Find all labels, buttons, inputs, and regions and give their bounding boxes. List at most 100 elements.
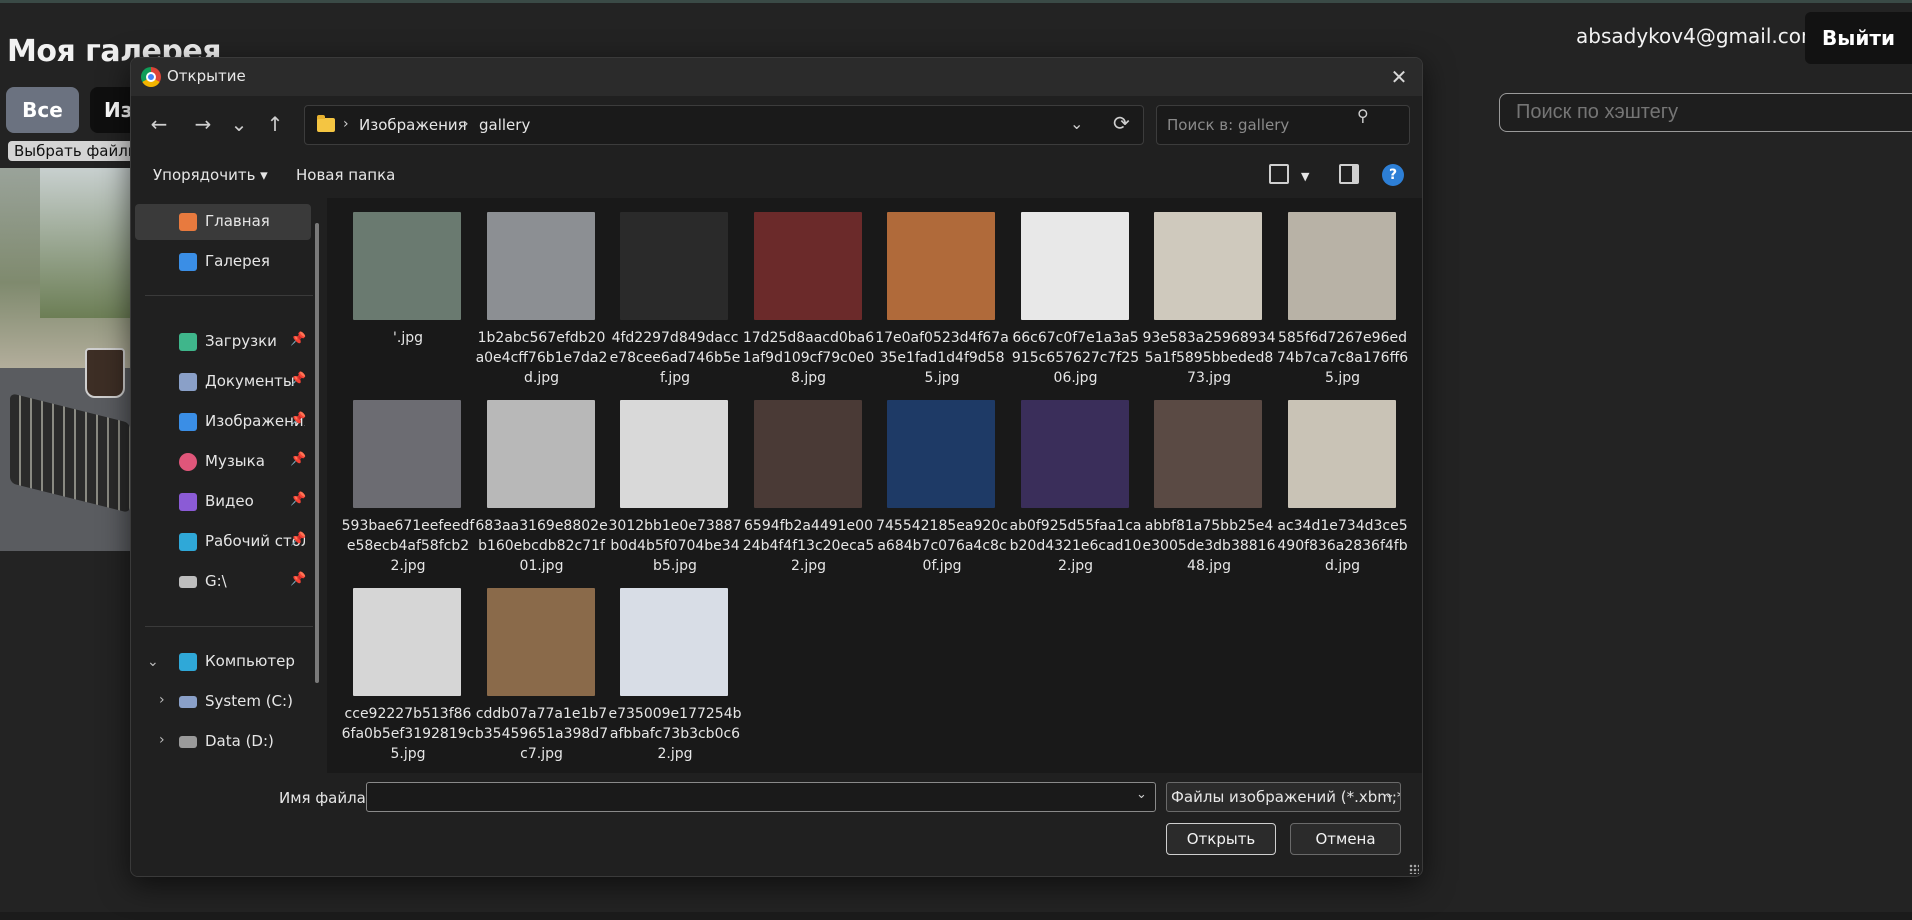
file-item[interactable]: cce92227b513f866fa0b5ef3192819c5.jpg — [341, 588, 475, 768]
bottom-strip — [0, 912, 1912, 920]
preview-pane-icon[interactable] — [1339, 164, 1359, 184]
file-thumbnail — [887, 400, 995, 508]
sidebar-scrollbar[interactable] — [315, 223, 319, 683]
file-thumbnail — [353, 588, 461, 696]
pin-icon: 📌 — [290, 572, 307, 587]
up-arrow-icon[interactable]: ↑ — [261, 110, 289, 138]
filename-input[interactable] — [366, 782, 1156, 812]
new-folder-button[interactable]: Новая папка — [296, 166, 395, 184]
file-thumbnail — [753, 212, 862, 320]
breadcrumb-gallery[interactable]: gallery — [479, 116, 530, 134]
help-icon[interactable]: ? — [1382, 164, 1404, 186]
pin-icon: 📌 — [290, 532, 307, 547]
system-drive-icon — [179, 696, 197, 708]
filter-all-button[interactable]: Все — [6, 87, 79, 133]
file-item[interactable]: e735009e177254bafbbafc73b3cb0c62.jpg — [608, 588, 742, 768]
file-name: 745542185ea920ca684b7c076a4c8c0f.jpg — [876, 518, 1008, 574]
logout-button[interactable]: Выйти — [1805, 12, 1912, 64]
file-thumbnail — [486, 400, 595, 508]
pictures-icon — [179, 413, 197, 431]
file-name: 17e0af0523d4f67a35e1fad1d4f9d585.jpg — [875, 330, 1009, 386]
gallery-photo[interactable] — [0, 168, 140, 551]
file-name: '.jpg — [393, 330, 423, 346]
file-item[interactable]: 585f6d7267e96ed74b7ca7c8a176ff65.jpg — [1276, 212, 1410, 392]
command-bar: Упорядочить ▾ Новая папка ▼ ? — [131, 152, 1422, 198]
video-icon — [179, 493, 197, 511]
file-item[interactable]: 4fd2297d849dacce78cee6ad746b5ef.jpg — [608, 212, 742, 392]
sidebar-item-data-d[interactable]: Data (D:) — [135, 724, 311, 760]
file-name: 66c67c0f7e1a3a5915c657627c7f2506.jpg — [1011, 330, 1140, 386]
file-thumbnail — [1020, 400, 1129, 508]
download-icon — [179, 333, 197, 351]
filename-dropdown-chevron-icon[interactable]: ⌄ — [1136, 787, 1147, 802]
sidebar-item-gallery[interactable]: Галерея — [135, 244, 311, 280]
file-item[interactable]: 1b2abc567efdb20a0e4cff76b1e7da2d.jpg — [475, 212, 609, 392]
photo-window-area — [40, 168, 140, 318]
view-mode-icon[interactable] — [1269, 164, 1289, 184]
sidebar-divider — [145, 295, 313, 296]
sidebar-item-computer[interactable]: Компьютер — [135, 644, 311, 680]
file-item[interactable]: 745542185ea920ca684b7c076a4c8c0f.jpg — [875, 400, 1009, 580]
file-item[interactable]: 93e583a259689345a1f5895bbeded873.jpg — [1142, 212, 1276, 392]
file-name: cce92227b513f866fa0b5ef3192819c5.jpg — [341, 706, 475, 762]
file-name: 593bae671eefeedfe58ecb4af58fcb22.jpg — [341, 518, 475, 574]
file-item[interactable]: 17e0af0523d4f67a35e1fad1d4f9d585.jpg — [875, 212, 1009, 392]
file-thumbnail — [620, 400, 728, 508]
file-thumbnail — [353, 400, 461, 508]
back-arrow-icon[interactable]: ← — [145, 110, 173, 138]
file-thumbnail — [486, 212, 595, 320]
breadcrumb-pictures[interactable]: Изображения — [359, 116, 467, 134]
file-item[interactable]: abbf81a75bb25e4e3005de3db3881648.jpg — [1142, 400, 1276, 580]
organize-button[interactable]: Упорядочить ▾ — [153, 166, 268, 184]
view-mode-chevron-icon[interactable]: ▼ — [1301, 170, 1309, 183]
user-email: absadykov4@gmail.com — [1576, 24, 1821, 48]
sidebar-item-desktop[interactable]: Рабочий стол 📌 — [135, 524, 311, 560]
file-item[interactable]: 6594fb2a4491e0024b4f4f13c20eca52.jpg — [742, 400, 876, 580]
computer-icon — [179, 653, 197, 671]
file-item[interactable]: 683aa3169e8802eb160ebcdb82c71f01.jpg — [475, 400, 609, 580]
file-item[interactable]: 593bae671eefeedfe58ecb4af58fcb22.jpg — [341, 400, 475, 580]
sidebar-item-pictures[interactable]: Изображения 📌 — [135, 404, 311, 440]
open-button[interactable]: Открыть — [1166, 823, 1276, 855]
data-drive-icon — [179, 736, 197, 748]
file-item[interactable]: 3012bb1e0e73887b0d4b5f0704be34b5.jpg — [608, 400, 742, 580]
music-icon — [179, 453, 197, 471]
sidebar-item-downloads[interactable]: Загрузки 📌 — [135, 324, 311, 360]
dialog-titlebar[interactable]: Открытие ✕ — [131, 58, 1422, 96]
sidebar-item-documents[interactable]: Документы 📌 — [135, 364, 311, 400]
close-icon[interactable]: ✕ — [1384, 62, 1414, 92]
address-bar[interactable]: › Изображения › gallery ⌄ ⟳ — [304, 105, 1144, 145]
cancel-button[interactable]: Отмена — [1290, 823, 1401, 855]
resize-grip-icon[interactable] — [1409, 864, 1419, 874]
hashtag-search-input[interactable] — [1499, 93, 1912, 132]
forward-arrow-icon[interactable]: → — [189, 110, 217, 138]
file-item[interactable]: '.jpg — [341, 212, 475, 392]
search-icon: ⚲ — [1357, 106, 1369, 125]
sidebar-item-g-drive[interactable]: G:\ 📌 — [135, 564, 311, 600]
file-thumbnail — [486, 588, 595, 696]
file-name: 585f6d7267e96ed74b7ca7c8a176ff65.jpg — [1276, 330, 1409, 386]
file-thumbnail — [620, 588, 728, 696]
file-item[interactable]: ab0f925d55faa1cab20d4321e6cad102.jpg — [1009, 400, 1143, 580]
file-item[interactable]: cddb07a77a1e1b7b35459651a398d7c7.jpg — [475, 588, 609, 768]
refresh-icon[interactable]: ⟳ — [1113, 111, 1130, 135]
choose-files-button[interactable]: Выбрать файлы — [8, 141, 148, 161]
sidebar-item-label: System (C:) — [205, 692, 293, 710]
address-dropdown-chevron-icon[interactable]: ⌄ — [1070, 114, 1083, 133]
file-thumbnail — [1020, 212, 1129, 320]
home-icon — [179, 213, 197, 231]
file-name: 683aa3169e8802eb160ebcdb82c71f01.jpg — [475, 518, 608, 574]
pin-icon: 📌 — [290, 412, 307, 427]
sidebar-item-video[interactable]: Видео 📌 — [135, 484, 311, 520]
sidebar-item-system-c[interactable]: System (C:) — [135, 684, 311, 720]
sidebar-item-home[interactable]: Главная — [135, 204, 311, 240]
file-item[interactable]: ac34d1e734d3ce5490f836a2836f4fbd.jpg — [1276, 400, 1410, 580]
file-item[interactable]: 17d25d8aacd0ba61af9d109cf79c0e08.jpg — [742, 212, 876, 392]
file-item[interactable]: 66c67c0f7e1a3a5915c657627c7f2506.jpg — [1009, 212, 1143, 392]
filetype-select[interactable]: Файлы изображений (*.xbm;*. — [1166, 782, 1401, 812]
file-thumbnail — [753, 400, 862, 508]
filetype-chevron-icon[interactable]: ⌄ — [1384, 787, 1395, 802]
recent-locations-chevron-icon[interactable]: ⌄ — [225, 110, 253, 138]
sidebar-item-music[interactable]: Музыка 📌 — [135, 444, 311, 480]
file-name: e735009e177254bafbbafc73b3cb0c62.jpg — [608, 706, 742, 762]
